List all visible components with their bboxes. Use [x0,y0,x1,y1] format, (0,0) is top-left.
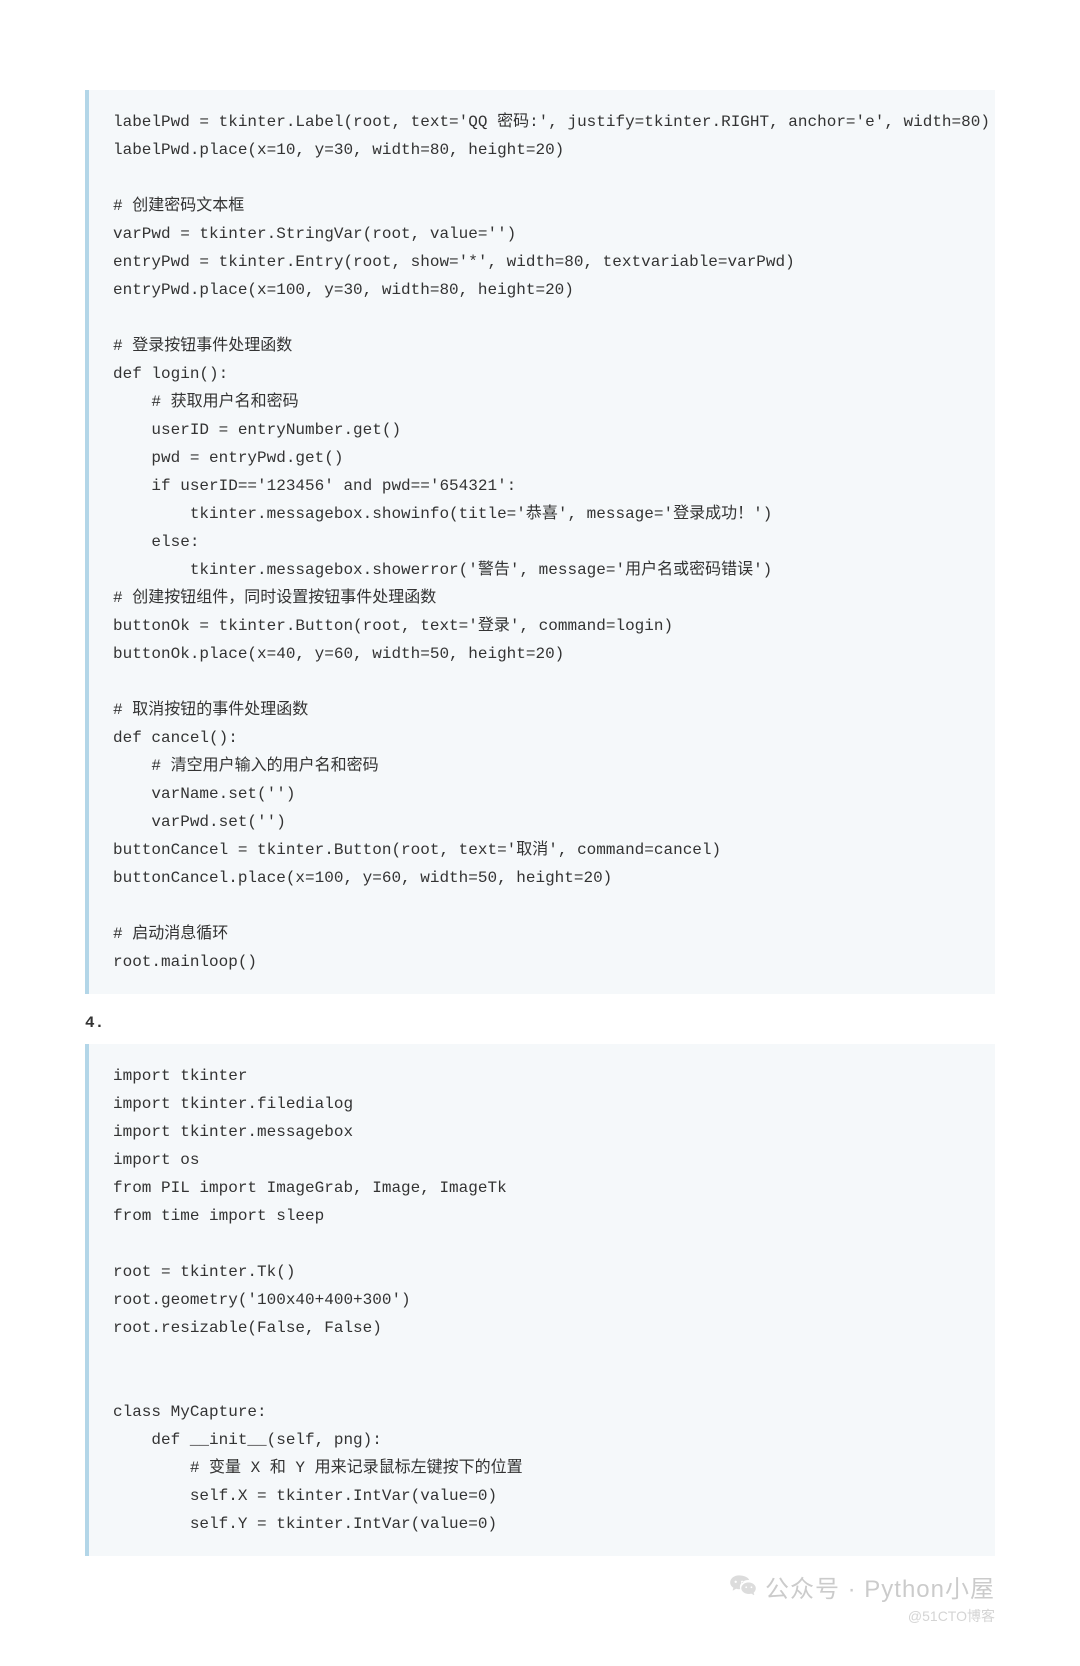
wechat-svg [729,1573,757,1601]
code-block-2: import tkinter import tkinter.filedialog… [85,1044,995,1556]
watermark-sub-text: @51CTO博客 [908,1606,995,1626]
watermark-main-text: 公众号 · Python小屋 [765,1569,995,1604]
section-number: 4. [85,1014,995,1032]
code-block-1: labelPwd = tkinter.Label(root, text='QQ … [85,90,995,994]
watermark: 公众号 · Python小屋 @51CTO博客 [729,1569,995,1626]
watermark-main-row: 公众号 · Python小屋 [729,1569,995,1604]
wechat-icon [729,1573,757,1601]
